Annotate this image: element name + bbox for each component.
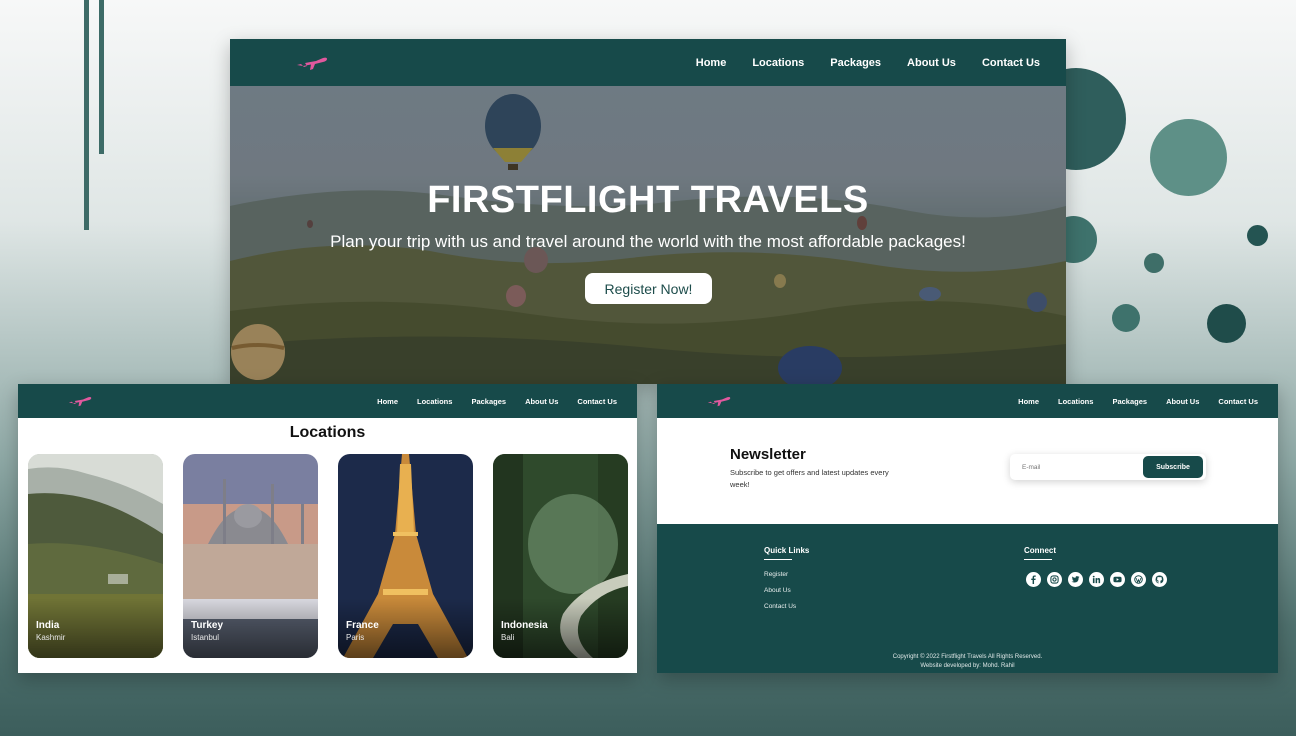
newsletter-description: Subscribe to get offers and latest updat… <box>730 468 889 489</box>
card-country: Indonesia <box>501 620 548 631</box>
nav-home[interactable]: Home <box>377 397 398 406</box>
top-navbar: Home Locations Packages About Us Contact… <box>18 384 637 418</box>
nav-packages[interactable]: Packages <box>830 57 881 69</box>
newsletter-title: Newsletter <box>730 446 806 463</box>
card-country: Turkey <box>191 620 224 631</box>
card-city: Paris <box>346 633 365 642</box>
nav-locations[interactable]: Locations <box>417 397 452 406</box>
decorative-circle <box>1207 304 1246 343</box>
subscribe-button[interactable]: Subscribe <box>1143 456 1203 478</box>
card-country: France <box>346 620 379 631</box>
nav-packages[interactable]: Packages <box>471 397 506 406</box>
facebook-icon[interactable] <box>1026 572 1041 587</box>
newsletter-section: Newsletter Subscribe to get offers and l… <box>657 418 1278 524</box>
hero-screenshot: Home Locations Packages About Us Contact… <box>230 39 1066 384</box>
locations-title: Locations <box>289 424 366 441</box>
quick-links-underline <box>764 559 792 560</box>
locations-screenshot: Home Locations Packages About Us Contact… <box>18 384 637 673</box>
nav-home[interactable]: Home <box>1018 397 1039 406</box>
linkedin-icon[interactable] <box>1089 572 1104 587</box>
nav-contact-us[interactable]: Contact Us <box>577 397 617 406</box>
developer-credit: Website developed by: Mohd. Rahil <box>920 663 1015 669</box>
connect-title: Connect <box>1024 546 1056 555</box>
card-city: Bali <box>501 633 515 642</box>
twitter-icon[interactable] <box>1068 572 1083 587</box>
youtube-icon[interactable] <box>1110 572 1125 587</box>
location-card-indonesia[interactable]: Indonesia Bali <box>493 454 628 658</box>
decorative-circle <box>1112 304 1140 332</box>
nav-locations[interactable]: Locations <box>1058 397 1093 406</box>
footer-link-about-us[interactable]: About Us <box>764 587 791 594</box>
footer-link-register[interactable]: Register <box>764 571 788 578</box>
nav-contact-us[interactable]: Contact Us <box>1218 397 1258 406</box>
newsletter-footer-screenshot: Home Locations Packages About Us Contact… <box>657 384 1278 673</box>
top-navbar: Home Locations Packages About Us Contact… <box>230 39 1066 86</box>
quick-links-title: Quick Links <box>764 546 810 555</box>
card-city: Kashmir <box>36 633 66 642</box>
nav-home[interactable]: Home <box>696 57 727 69</box>
location-card-france[interactable]: France Paris <box>338 454 473 658</box>
decorative-circle <box>1247 225 1268 246</box>
airplane-icon[interactable] <box>296 55 328 71</box>
card-country: India <box>36 620 60 631</box>
airplane-icon[interactable] <box>68 395 92 407</box>
decorative-circle <box>1144 253 1164 273</box>
connect-underline <box>1024 559 1052 560</box>
nav-about-us[interactable]: About Us <box>907 57 956 69</box>
instagram-icon[interactable] <box>1047 572 1062 587</box>
nav-about-us[interactable]: About Us <box>525 397 558 406</box>
hero-subtitle: Plan your trip with us and travel around… <box>330 232 966 251</box>
wordpress-icon[interactable] <box>1131 572 1146 587</box>
nav-packages[interactable]: Packages <box>1112 397 1147 406</box>
nav-locations[interactable]: Locations <box>752 57 804 69</box>
airplane-icon[interactable] <box>707 395 731 407</box>
location-card-india[interactable]: India Kashmir <box>28 454 163 658</box>
github-icon[interactable] <box>1152 572 1167 587</box>
copyright-text: Copyright © 2022 Firstflight Travels All… <box>657 653 1278 671</box>
decorative-line-right <box>99 0 104 154</box>
decorative-line-left <box>84 0 89 230</box>
nav-about-us[interactable]: About Us <box>1166 397 1199 406</box>
footer-link-contact-us[interactable]: Contact Us <box>764 603 796 610</box>
newsletter-form: Subscribe <box>1010 454 1206 480</box>
card-city: Istanbul <box>191 633 220 642</box>
nav-contact-us[interactable]: Contact Us <box>982 57 1040 69</box>
register-now-button[interactable]: Register Now! <box>585 273 712 304</box>
location-card-turkey[interactable]: Turkey Istanbul <box>183 454 318 658</box>
hero-title: FIRSTFLIGHT TRAVELS <box>427 179 869 221</box>
decorative-circle <box>1150 119 1227 196</box>
copyright-line: Copyright © 2022 Firstflight Travels All… <box>892 654 1043 660</box>
footer: Quick Links Register About Us Contact Us… <box>657 524 1278 673</box>
top-navbar: Home Locations Packages About Us Contact… <box>657 384 1278 418</box>
email-input[interactable] <box>1010 454 1140 480</box>
